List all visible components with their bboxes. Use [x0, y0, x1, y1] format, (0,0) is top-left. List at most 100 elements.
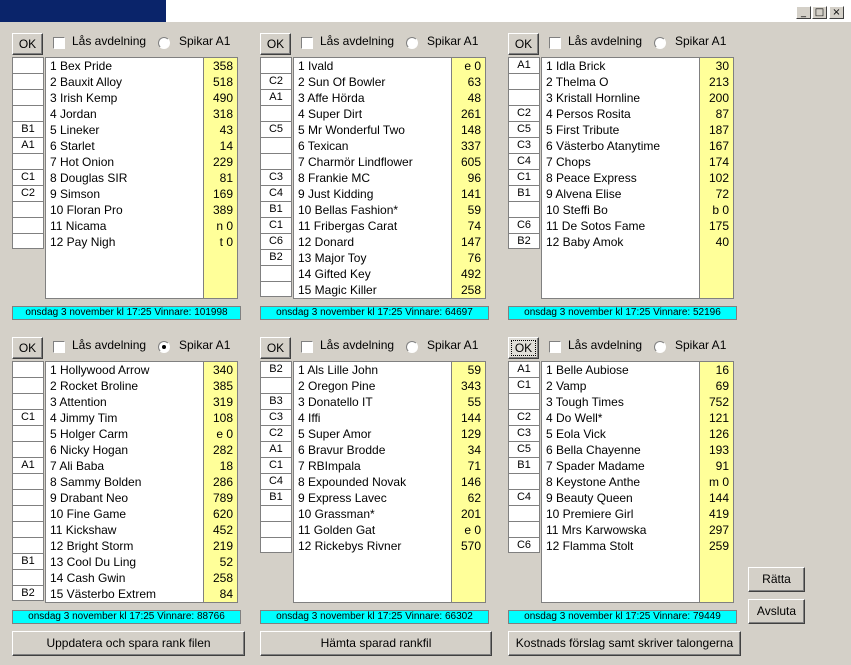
code-field[interactable]: C2: [260, 425, 292, 441]
list-item[interactable]: 6 Starlet: [46, 138, 203, 154]
list-item[interactable]: 2 Vamp: [542, 378, 699, 394]
list-item[interactable]: 12 Rickebys Rivner: [294, 538, 451, 554]
minimize-button[interactable]: _: [796, 6, 811, 19]
list-item[interactable]: 4 Super Dirt: [294, 106, 451, 122]
code-field[interactable]: [12, 57, 44, 73]
code-field[interactable]: C1: [508, 377, 540, 393]
code-field[interactable]: [12, 441, 44, 457]
code-field[interactable]: [260, 137, 292, 153]
code-field[interactable]: C6: [508, 537, 540, 553]
code-field[interactable]: A1: [12, 137, 44, 153]
list-item[interactable]: 7 Charmör Lindflower: [294, 154, 451, 170]
code-field[interactable]: C2: [12, 185, 44, 201]
list-item[interactable]: 10 Premiere Girl: [542, 506, 699, 522]
list-item[interactable]: 6 Bravur Brodde: [294, 442, 451, 458]
list-item[interactable]: 1 Idla Brick: [542, 58, 699, 74]
code-field[interactable]: [260, 265, 292, 281]
list-item[interactable]: 3 Attention: [46, 394, 203, 410]
code-field[interactable]: B1: [508, 457, 540, 473]
code-field[interactable]: C4: [260, 185, 292, 201]
list-item[interactable]: 11 Golden Gat: [294, 522, 451, 538]
list-item[interactable]: 11 Fribergas Carat: [294, 218, 451, 234]
code-field[interactable]: [260, 521, 292, 537]
code-field[interactable]: A1: [508, 57, 540, 73]
list-item[interactable]: 15 Västerbo Extrem: [46, 586, 203, 602]
lock-division-checkbox[interactable]: [301, 37, 313, 49]
code-field[interactable]: C3: [508, 425, 540, 441]
list-item[interactable]: 8 Keystone Anthe: [542, 474, 699, 490]
list-item[interactable]: 8 Peace Express: [542, 170, 699, 186]
list-item[interactable]: 2 Oregon Pine: [294, 378, 451, 394]
horse-list[interactable]: 1 Bex Pride 2 Bauxit Alloy 3 Irish Kemp 4 J…: [45, 57, 204, 299]
list-item[interactable]: 7 Ali Baba: [46, 458, 203, 474]
list-item[interactable]: 8 Douglas SIR: [46, 170, 203, 186]
lock-division-checkbox[interactable]: [549, 341, 561, 353]
list-item[interactable]: 1 Belle Aubiose: [542, 362, 699, 378]
list-item[interactable]: 7 RBImpala: [294, 458, 451, 474]
list-item[interactable]: 4 Jimmy Tim: [46, 410, 203, 426]
list-item[interactable]: 6 Texican: [294, 138, 451, 154]
list-item[interactable]: 8 Expounded Novak: [294, 474, 451, 490]
code-field[interactable]: B2: [260, 249, 292, 265]
code-field[interactable]: [508, 201, 540, 217]
list-item[interactable]: 11 Nicama: [46, 218, 203, 234]
list-item[interactable]: 9 Express Lavec: [294, 490, 451, 506]
cost-proposal-button[interactable]: Kostnads förslag samt skriver talongerna: [508, 631, 741, 656]
list-item[interactable]: 13 Major Toy: [294, 250, 451, 266]
code-field[interactable]: [12, 153, 44, 169]
list-item[interactable]: 11 Mrs Karwowska: [542, 522, 699, 538]
list-item[interactable]: 7 Hot Onion: [46, 154, 203, 170]
list-item[interactable]: 9 Drabant Neo: [46, 490, 203, 506]
code-field[interactable]: [12, 537, 44, 553]
code-field[interactable]: [260, 281, 292, 297]
code-field[interactable]: [12, 233, 44, 249]
list-item[interactable]: 5 Eola Vick: [542, 426, 699, 442]
code-field[interactable]: [508, 393, 540, 409]
ok-button[interactable]: OK: [12, 33, 43, 55]
code-field[interactable]: C2: [260, 73, 292, 89]
code-field[interactable]: C5: [508, 441, 540, 457]
code-field[interactable]: C1: [508, 169, 540, 185]
list-item[interactable]: 10 Steffi Bo: [542, 202, 699, 218]
code-field[interactable]: B2: [12, 585, 44, 601]
list-item[interactable]: 13 Cool Du Ling: [46, 554, 203, 570]
list-item[interactable]: 9 Just Kidding: [294, 186, 451, 202]
code-field[interactable]: B1: [508, 185, 540, 201]
code-field[interactable]: [12, 521, 44, 537]
code-field[interactable]: C5: [508, 121, 540, 137]
code-field[interactable]: B1: [260, 201, 292, 217]
ok-button[interactable]: OK: [508, 33, 539, 55]
code-field[interactable]: C4: [260, 473, 292, 489]
code-field[interactable]: [260, 57, 292, 73]
horse-list[interactable]: 1 Hollywood Arrow 2 Rocket Broline 3 Atten…: [45, 361, 204, 603]
code-field[interactable]: C1: [12, 409, 44, 425]
code-field[interactable]: [12, 201, 44, 217]
list-item[interactable]: 3 Donatello IT: [294, 394, 451, 410]
list-item[interactable]: 3 Tough Times: [542, 394, 699, 410]
code-field[interactable]: B1: [12, 121, 44, 137]
fix-button[interactable]: Rätta: [748, 567, 805, 592]
code-field[interactable]: C3: [260, 169, 292, 185]
code-field[interactable]: [260, 505, 292, 521]
ok-button[interactable]: OK: [260, 337, 291, 359]
code-field[interactable]: [508, 73, 540, 89]
spikar-radio[interactable]: [406, 37, 418, 49]
code-field[interactable]: [12, 473, 44, 489]
list-item[interactable]: 5 Super Amor: [294, 426, 451, 442]
list-item[interactable]: 1 Bex Pride: [46, 58, 203, 74]
list-item[interactable]: 4 Do Well*: [542, 410, 699, 426]
code-field[interactable]: C3: [508, 137, 540, 153]
code-field[interactable]: B3: [260, 393, 292, 409]
code-field[interactable]: C6: [508, 217, 540, 233]
list-item[interactable]: 2 Bauxit Alloy: [46, 74, 203, 90]
code-field[interactable]: [260, 105, 292, 121]
code-field[interactable]: C2: [508, 105, 540, 121]
code-field[interactable]: C6: [260, 233, 292, 249]
code-field[interactable]: [12, 505, 44, 521]
list-item[interactable]: 2 Sun Of Bowler: [294, 74, 451, 90]
fetch-saved-rank-button[interactable]: Hämta sparad rankfil: [260, 631, 492, 656]
code-field[interactable]: [12, 361, 44, 377]
list-item[interactable]: 3 Affe Hörda: [294, 90, 451, 106]
list-item[interactable]: 2 Thelma O: [542, 74, 699, 90]
code-field[interactable]: [260, 537, 292, 553]
